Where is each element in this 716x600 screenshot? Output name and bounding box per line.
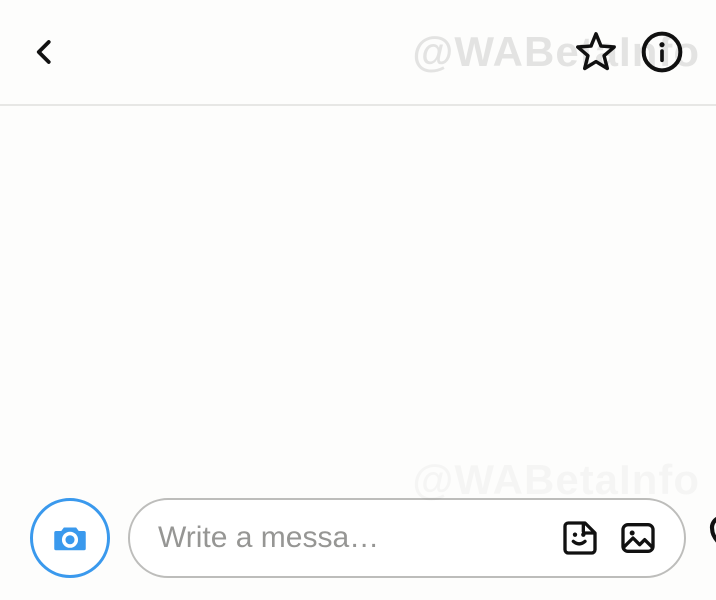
sticker-button[interactable] bbox=[558, 516, 602, 560]
info-button[interactable] bbox=[638, 28, 686, 76]
message-input[interactable] bbox=[158, 521, 544, 555]
camera-icon bbox=[49, 517, 91, 559]
image-icon bbox=[618, 518, 658, 558]
chevron-left-icon bbox=[30, 37, 60, 67]
info-icon bbox=[640, 30, 684, 74]
star-icon bbox=[573, 29, 619, 75]
header-left bbox=[28, 35, 62, 69]
sticker-icon bbox=[560, 518, 600, 558]
header-right bbox=[572, 28, 686, 76]
message-input-container bbox=[128, 498, 686, 578]
favorite-button[interactable] bbox=[572, 28, 620, 76]
like-button[interactable] bbox=[704, 510, 716, 566]
gallery-button[interactable] bbox=[616, 516, 660, 560]
back-button[interactable] bbox=[28, 35, 62, 69]
header-bar: @WABetaInfo bbox=[0, 0, 716, 106]
camera-button[interactable] bbox=[30, 498, 110, 578]
heart-icon bbox=[707, 513, 716, 563]
chat-messages-area bbox=[0, 106, 716, 490]
chat-screen: @WABetaInfo @WABe bbox=[0, 0, 716, 600]
composer-bar bbox=[0, 490, 716, 600]
